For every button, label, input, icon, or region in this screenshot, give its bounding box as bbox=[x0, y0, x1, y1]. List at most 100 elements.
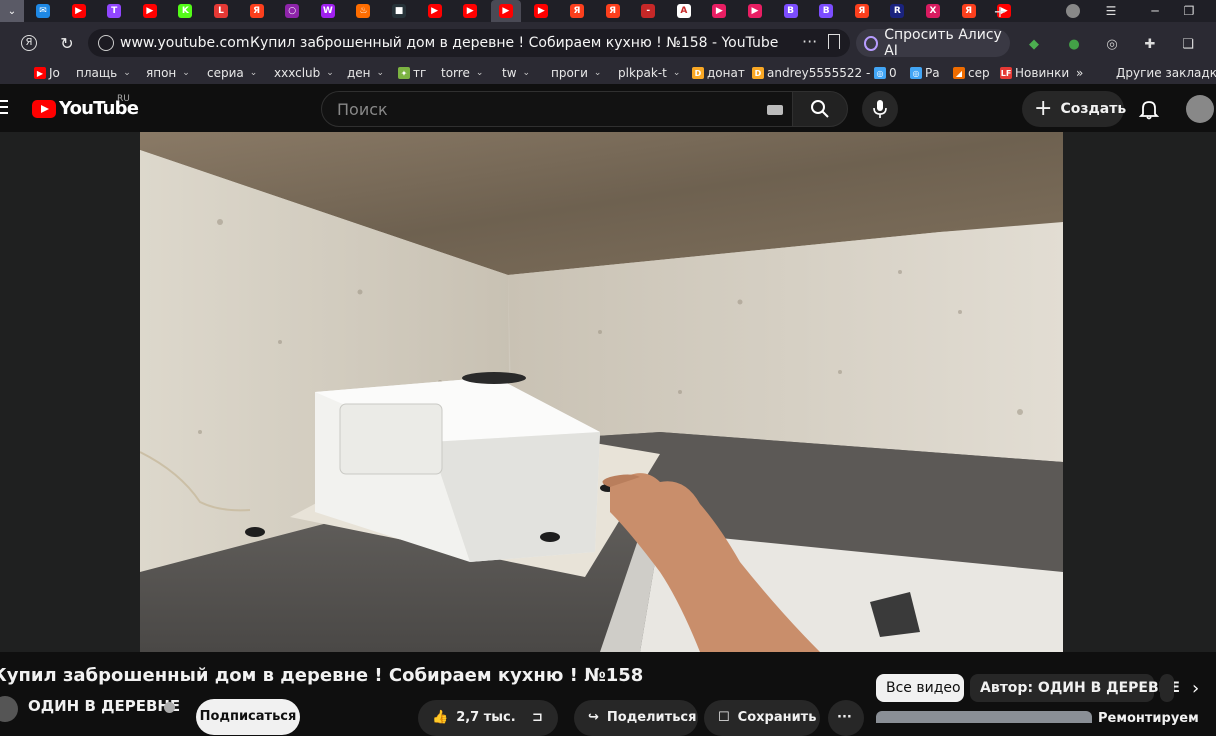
browser-tab[interactable]: ▶ bbox=[420, 0, 450, 22]
bookmark-item[interactable]: ▶ Jo bbox=[34, 66, 60, 80]
browser-tab[interactable]: W bbox=[313, 0, 343, 22]
browser-tab[interactable]: B bbox=[811, 0, 841, 22]
share-button[interactable]: ↪ Поделиться bbox=[574, 700, 698, 736]
chip-all-videos[interactable]: Все видео bbox=[876, 674, 964, 702]
bookmark-item[interactable]: Dдонат bbox=[692, 66, 745, 80]
browser-tab[interactable]: - bbox=[633, 0, 663, 22]
bookmark-item[interactable]: ◎ 0 bbox=[874, 66, 897, 80]
subscribe-button[interactable]: Подписаться bbox=[196, 699, 300, 735]
new-tab-button[interactable]: + bbox=[990, 1, 1010, 21]
yandex-home-icon[interactable]: Я bbox=[18, 32, 40, 54]
browser-tab[interactable]: Я bbox=[954, 0, 984, 22]
chevron-down-icon: ⌄ bbox=[522, 68, 531, 78]
bookmark-item[interactable]: tw ⌄ bbox=[502, 66, 530, 80]
other-bookmarks[interactable]: Другие закладки bbox=[1116, 66, 1216, 80]
menu-icon[interactable]: ☰ bbox=[1096, 0, 1126, 22]
extension-icon[interactable]: ● bbox=[1064, 34, 1084, 54]
channel-name[interactable]: ОДИН В ДЕРЕВНЕ bbox=[28, 697, 180, 715]
ask-alice-button[interactable]: Спросить Алису AI bbox=[856, 27, 1010, 59]
bookmark-item[interactable]: ◎ Ра bbox=[910, 66, 940, 80]
browser-tab[interactable]: ▶ bbox=[740, 0, 770, 22]
site-info-icon[interactable] bbox=[98, 35, 114, 51]
dislike-button[interactable]: ⊐ bbox=[522, 700, 558, 736]
notifications-bell-icon[interactable] bbox=[1138, 98, 1160, 120]
bookmark-item[interactable]: япон ⌄ bbox=[146, 66, 190, 80]
bookmark-label: andrey5555522 - Д bbox=[767, 66, 884, 80]
bookmark-item[interactable]: Dandrey5555522 - Д bbox=[752, 66, 884, 80]
bookmark-item[interactable]: сериа ⌄ bbox=[207, 66, 257, 80]
voice-search-button[interactable] bbox=[862, 91, 898, 127]
bookmark-label: torre bbox=[441, 66, 470, 80]
bookmark-item[interactable]: плащь ⌄ bbox=[76, 66, 131, 80]
browser-tab[interactable]: X bbox=[918, 0, 948, 22]
bookmark-item[interactable]: проги ⌄ bbox=[551, 66, 601, 80]
guide-menu-icon[interactable] bbox=[0, 100, 10, 114]
browser-tab[interactable]: ○ bbox=[277, 0, 307, 22]
browser-tab[interactable]: ▶ bbox=[135, 0, 165, 22]
omnibox[interactable]: www.youtube.com Купил заброшенный дом в … bbox=[88, 29, 850, 57]
browser-tab-strip: ⌄ ✉ ▶ T ▶ K L Я ○ W ♨ ■ ▶ ▶ ▶ ▶ Я Я - A ▶ ▶ B B Я R X Я ▶ + ☰ ─ ❐ bbox=[0, 0, 1216, 22]
thumbs-down-icon: ⊐ bbox=[532, 710, 543, 725]
plus-icon: + bbox=[1034, 96, 1053, 121]
minimize-icon[interactable]: ─ bbox=[1140, 0, 1170, 22]
save-button[interactable]: ☐ Сохранить bbox=[704, 700, 820, 736]
reload-icon[interactable]: ↻ bbox=[56, 32, 78, 54]
bookmark-item[interactable]: torre ⌄ bbox=[441, 66, 483, 80]
more-actions-button[interactable]: ··· bbox=[828, 700, 864, 736]
browser-tab[interactable]: ♨ bbox=[348, 0, 378, 22]
bookmark-item[interactable]: ◢ сер bbox=[953, 66, 990, 80]
chip-partial[interactable] bbox=[1160, 674, 1174, 702]
create-button[interactable]: + Создать bbox=[1022, 91, 1126, 127]
browser-tab[interactable]: Я bbox=[598, 0, 628, 22]
bookmark-item[interactable]: xxxclub ⌄ bbox=[274, 66, 334, 80]
bookmark-item[interactable]: LF Новинки bbox=[1000, 66, 1069, 80]
chevron-down-icon: ⌄ bbox=[123, 68, 131, 78]
browser-tab[interactable]: ▶ bbox=[704, 0, 734, 22]
account-avatar[interactable] bbox=[1186, 95, 1214, 123]
keyboard-icon[interactable] bbox=[767, 105, 783, 115]
mail-icon: ✉ bbox=[36, 4, 50, 18]
browser-tab[interactable]: B bbox=[776, 0, 806, 22]
ask-alice-label: Спросить Алису AI bbox=[884, 27, 1002, 59]
browser-tab[interactable]: ▶ bbox=[455, 0, 485, 22]
browser-tab[interactable]: Я bbox=[242, 0, 272, 22]
tab-list-chevron-icon[interactable]: ⌄ bbox=[0, 0, 24, 22]
bookmark-item[interactable]: plkpak-t ⌄ bbox=[618, 66, 680, 80]
video-player[interactable] bbox=[140, 132, 1063, 652]
extensions-puzzle-icon[interactable]: ✚ bbox=[1140, 34, 1160, 54]
search-input[interactable]: Поиск bbox=[321, 91, 793, 127]
browser-tab[interactable]: ▶ bbox=[526, 0, 556, 22]
browser-tab[interactable]: Я bbox=[562, 0, 592, 22]
bookmark-item[interactable]: ✦ тг bbox=[398, 66, 426, 80]
share-label: Поделиться bbox=[606, 710, 697, 725]
extension-icon[interactable]: ◎ bbox=[1102, 34, 1122, 54]
bookmarks-overflow-button[interactable]: » bbox=[1076, 66, 1083, 80]
browser-tab[interactable]: R bbox=[882, 0, 912, 22]
omnibox-more-icon[interactable]: ··· bbox=[802, 32, 817, 51]
dark-tab-icon: ■ bbox=[392, 4, 406, 18]
browser-tab[interactable]: ✉ bbox=[28, 0, 58, 22]
browser-tab[interactable]: ▶ bbox=[64, 0, 94, 22]
browser-tab[interactable]: A bbox=[669, 0, 699, 22]
search-button[interactable] bbox=[792, 91, 848, 127]
recommendation-title[interactable]: Ремонтируем bbox=[1098, 711, 1199, 726]
profile-icon[interactable] bbox=[1058, 0, 1088, 22]
bookmark-favicon-icon: LF bbox=[1000, 67, 1012, 79]
extension-icon[interactable]: ◆ bbox=[1024, 34, 1044, 54]
chip-author[interactable]: Автор: ОДИН В ДЕРЕВНЕ bbox=[970, 674, 1180, 702]
bookmark-icon[interactable] bbox=[828, 34, 840, 49]
recommendation-thumbnail[interactable] bbox=[876, 711, 1092, 723]
browser-tab[interactable]: L bbox=[206, 0, 236, 22]
browser-tab[interactable]: Я bbox=[847, 0, 877, 22]
browser-tab[interactable]: K bbox=[170, 0, 200, 22]
bookmark-item[interactable]: ден ⌄ bbox=[347, 66, 384, 80]
channel-avatar[interactable] bbox=[0, 696, 18, 722]
collections-icon[interactable]: ❏ bbox=[1178, 34, 1198, 54]
browser-tab[interactable]: ■ bbox=[384, 0, 414, 22]
bookmark-favicon-icon: ◎ bbox=[874, 67, 886, 79]
browser-tab[interactable]: T bbox=[99, 0, 129, 22]
restore-icon[interactable]: ❐ bbox=[1174, 0, 1204, 22]
chip-next-chevron-icon[interactable]: › bbox=[1192, 678, 1199, 699]
browser-tab[interactable]: ▶ bbox=[490, 0, 521, 22]
live-icon: L bbox=[214, 4, 228, 18]
